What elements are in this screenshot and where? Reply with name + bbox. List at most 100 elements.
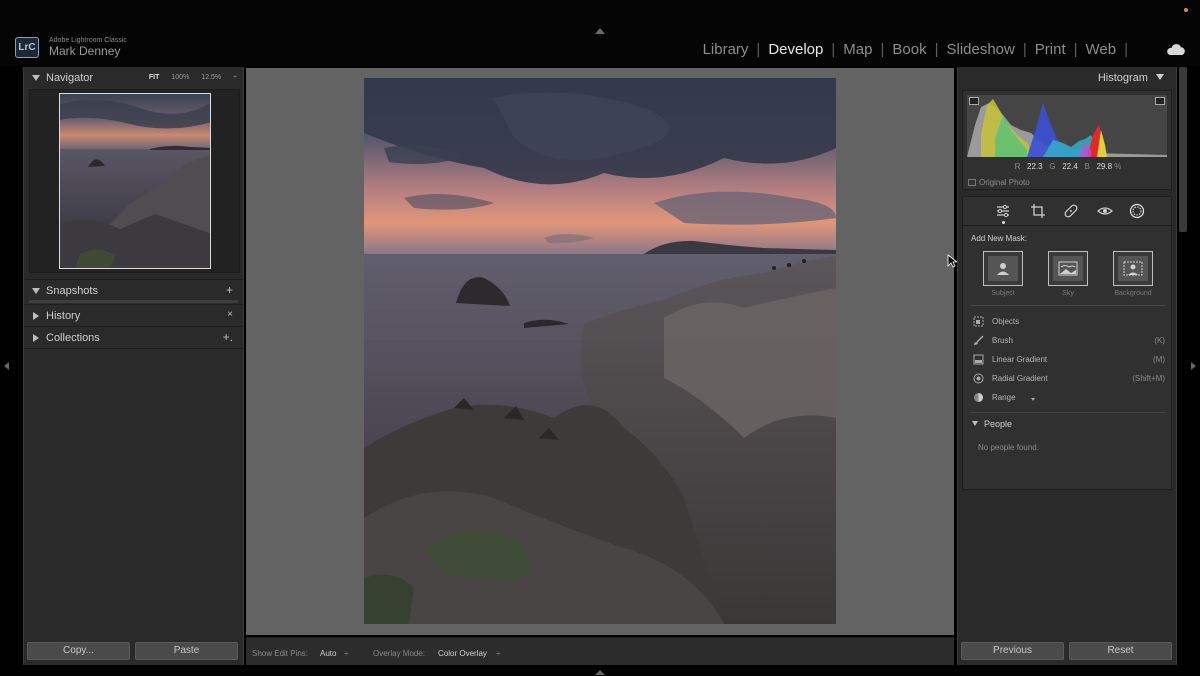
overlay-mode-select[interactable]: Color Overlay — [438, 649, 487, 658]
range-label: Range — [992, 393, 1016, 402]
module-develop[interactable]: Develop — [766, 41, 825, 58]
add-new-mask-label: Add New Mask: — [971, 234, 1028, 243]
history-header[interactable]: History × — [24, 304, 243, 326]
mask-divider — [971, 305, 1165, 306]
percent-unit: % — [1114, 162, 1122, 171]
overlay-mode-label: Overlay Mode: — [373, 649, 426, 658]
g-value: 22.4 — [1062, 162, 1078, 171]
top-bar: LrC Adobe Lightroom Classic Mark Denney … — [0, 0, 1200, 66]
red-eye-icon[interactable] — [1097, 203, 1113, 219]
radial-gradient-label: Radial Gradient — [992, 374, 1048, 383]
previous-button[interactable]: Previous — [961, 642, 1064, 660]
module-separator: | — [831, 41, 836, 58]
module-separator: | — [756, 41, 761, 58]
objects-mask-item[interactable]: Objects — [973, 314, 1165, 330]
filmstrip-toggle[interactable] — [595, 670, 605, 675]
zoom-spinner[interactable]: ÷ — [233, 67, 237, 89]
add-snapshot-button[interactable]: + — [226, 280, 233, 300]
crop-icon[interactable] — [1030, 203, 1046, 219]
image-canvas[interactable] — [246, 68, 954, 635]
collapse-icon — [972, 421, 978, 426]
overlay-mode-spinner[interactable]: ÷ — [496, 649, 500, 658]
radial-gradient-mask-item[interactable]: Radial Gradient (Shift+M) — [973, 371, 1165, 387]
collections-title: Collections — [46, 332, 100, 344]
sky-mask-button[interactable] — [1048, 251, 1088, 286]
module-book[interactable]: Book — [890, 41, 928, 58]
radial-gradient-shortcut: (Shift+M) — [1132, 374, 1165, 383]
masking-icon[interactable] — [1129, 203, 1145, 219]
add-collection-button[interactable]: +. — [223, 327, 233, 347]
collections-header[interactable]: Collections +. — [24, 326, 243, 348]
linear-gradient-shortcut: (M) — [1153, 355, 1165, 364]
module-library[interactable]: Library — [701, 41, 751, 58]
navigator-preview-area — [29, 89, 240, 273]
collapse-icon — [1156, 74, 1164, 80]
brush-shortcut: (K) — [1154, 336, 1165, 345]
shadow-clipping-icon[interactable] — [969, 97, 979, 105]
people-title: People — [984, 419, 1013, 429]
sky-icon — [1053, 256, 1083, 281]
module-print[interactable]: Print — [1033, 41, 1068, 58]
healing-icon[interactable] — [1063, 203, 1079, 219]
right-panel-toggle[interactable] — [1191, 362, 1196, 370]
zoom-fit-option[interactable]: FIT — [149, 67, 160, 89]
right-panel: Histogram R 22.3 G 22.4 B 29.8 % Origina… — [957, 67, 1177, 665]
r-label: R — [1014, 162, 1021, 171]
people-header[interactable]: People — [972, 419, 1012, 429]
snapshots-header[interactable]: Snapshots + — [24, 279, 243, 301]
objects-label: Objects — [992, 317, 1020, 326]
show-edit-pins-select[interactable]: Auto — [320, 649, 336, 658]
show-edit-pins-spinner[interactable]: ÷ — [344, 649, 348, 658]
copy-button[interactable]: Copy... — [27, 642, 130, 660]
snapshots-title: Snapshots — [46, 285, 98, 297]
b-value: 29.8 — [1096, 162, 1113, 171]
b-label: B — [1084, 162, 1090, 171]
module-map[interactable]: Map — [841, 41, 874, 58]
linear-gradient-mask-item[interactable]: Linear Gradient (M) — [973, 352, 1165, 368]
module-separator: | — [934, 41, 939, 58]
zoom-100-option[interactable]: 100% — [171, 67, 189, 89]
background-mask-label: Background — [1114, 290, 1152, 297]
clear-history-button[interactable]: × — [227, 305, 233, 325]
original-photo-toggle[interactable]: Original Photo — [968, 178, 1030, 187]
right-panel-scrollbar[interactable] — [1179, 67, 1187, 232]
original-photo-checkbox[interactable] — [968, 179, 976, 186]
brush-mask-item[interactable]: Brush (K) — [973, 333, 1165, 349]
expand-icon — [33, 312, 39, 320]
navigator-header[interactable]: Navigator FIT 100% 12.5% ÷ — [24, 67, 243, 89]
active-tool-indicator — [1002, 221, 1005, 224]
paste-button[interactable]: Paste — [135, 642, 238, 660]
range-dropdown-icon — [1031, 398, 1035, 401]
histogram-title: Histogram — [1097, 72, 1148, 84]
module-separator: | — [880, 41, 885, 58]
subject-mask-button[interactable] — [983, 251, 1023, 286]
main-photo[interactable] — [364, 78, 836, 624]
navigator-thumbnail[interactable] — [59, 93, 211, 269]
g-label: G — [1049, 162, 1056, 171]
highlight-clipping-icon[interactable] — [1155, 97, 1165, 105]
cloud-sync-icon[interactable] — [1166, 44, 1186, 56]
edit-sliders-icon[interactable] — [995, 203, 1011, 219]
top-panel-toggle[interactable] — [595, 28, 605, 34]
histogram-graph — [967, 95, 1167, 157]
module-slideshow[interactable]: Slideshow — [944, 41, 1016, 58]
histogram-header[interactable]: Histogram — [1098, 72, 1164, 84]
collapse-icon — [32, 288, 40, 294]
zoom-custom-option[interactable]: 12.5% — [201, 67, 221, 89]
background-icon — [1118, 256, 1148, 281]
linear-gradient-icon — [973, 354, 984, 365]
app-logo: LrC — [15, 37, 39, 58]
histogram-readout: R 22.3 G 22.4 B 29.8 % — [963, 162, 1173, 171]
range-mask-item[interactable]: Range — [973, 390, 1165, 406]
expand-icon — [33, 334, 39, 342]
objects-icon — [973, 316, 984, 327]
module-separator: | — [1124, 41, 1128, 58]
sky-mask-label: Sky — [1062, 290, 1074, 297]
module-web[interactable]: Web — [1084, 41, 1119, 58]
linear-gradient-label: Linear Gradient — [992, 355, 1048, 364]
reset-button[interactable]: Reset — [1069, 642, 1172, 660]
left-panel-toggle[interactable] — [4, 362, 9, 370]
background-mask-button[interactable] — [1113, 251, 1153, 286]
tool-strip-divider — [963, 225, 1173, 226]
collections-divider — [24, 348, 243, 349]
